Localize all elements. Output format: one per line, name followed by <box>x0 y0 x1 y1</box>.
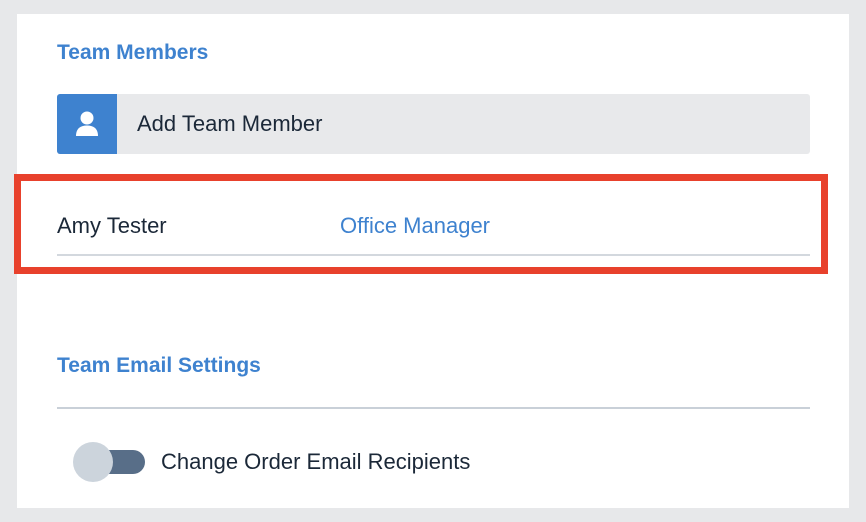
add-team-member-label: Add Team Member <box>137 111 323 136</box>
member-name: Amy Tester <box>57 213 167 238</box>
team-email-settings-heading: Team Email Settings <box>57 354 261 377</box>
team-members-heading: Team Members <box>57 41 209 64</box>
section-divider <box>57 407 810 409</box>
team-member-row[interactable]: Amy Tester Office Manager <box>57 201 810 256</box>
user-icon <box>76 111 98 136</box>
member-role-link[interactable]: Office Manager <box>340 213 490 239</box>
toggle-knob <box>73 442 113 482</box>
change-order-email-toggle[interactable] <box>73 442 145 482</box>
add-member-icon-box <box>57 94 117 154</box>
add-team-member-button[interactable]: Add Team Member <box>57 94 810 154</box>
toggle-row-change-order-email: Change Order Email Recipients <box>73 441 470 483</box>
team-settings-panel: Team Members Add Team Member Amy Tester … <box>14 14 849 508</box>
change-order-email-label: Change Order Email Recipients <box>161 449 471 474</box>
